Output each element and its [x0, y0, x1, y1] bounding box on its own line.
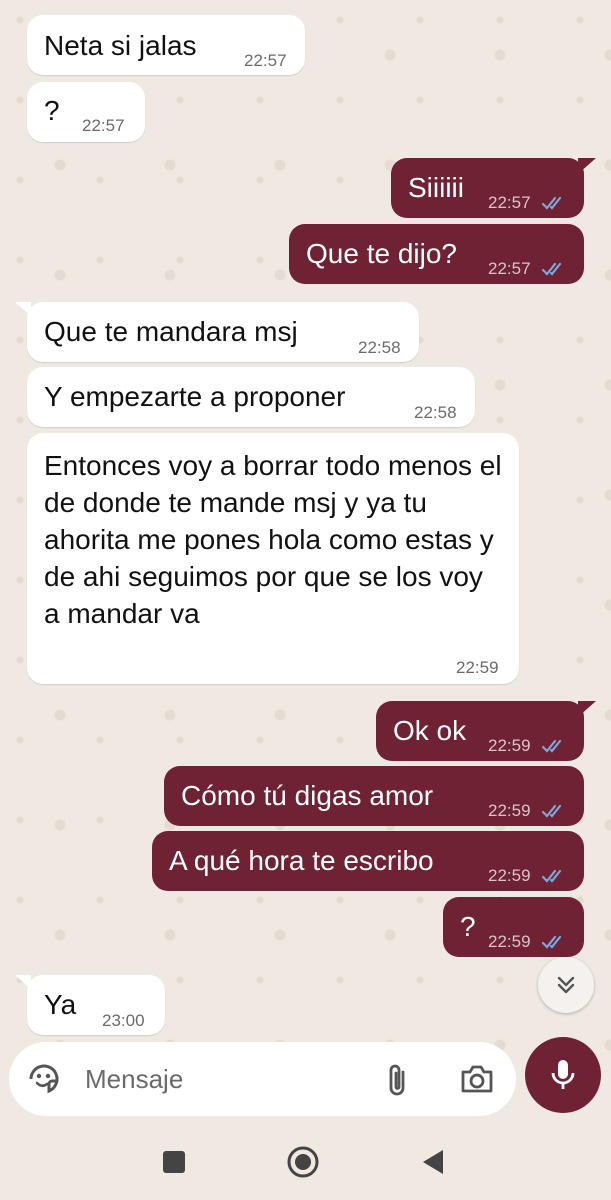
outgoing-message[interactable]: ? 22:59: [443, 897, 584, 957]
message-text: Ok ok: [393, 715, 467, 746]
message-text: Siiiiii: [408, 172, 464, 203]
outgoing-message[interactable]: Que te dijo? 22:57: [289, 224, 584, 284]
incoming-message[interactable]: Ya 23:00: [27, 975, 165, 1035]
circle-icon[interactable]: [286, 1145, 320, 1179]
incoming-message[interactable]: Y empezarte a proponer 22:58: [27, 367, 475, 427]
message-time: 22:57: [82, 116, 125, 135]
incoming-message[interactable]: ? 22:57: [27, 82, 145, 142]
square-icon[interactable]: [162, 1150, 186, 1174]
message-time: 22:58: [414, 403, 457, 422]
read-ticks-icon: [542, 739, 562, 753]
message-input[interactable]: Mensaje: [85, 1064, 183, 1095]
message-time: 22:57: [244, 51, 287, 70]
message-text: Que te mandara msj: [44, 316, 298, 347]
read-ticks-icon: [542, 196, 562, 210]
message-time: 22:58: [358, 338, 401, 357]
message-text: Y empezarte a proponer: [44, 381, 346, 412]
message-time: 22:59: [488, 866, 531, 885]
message-time: 22:57: [488, 259, 531, 278]
outgoing-message[interactable]: A qué hora te escribo 22:59: [152, 831, 584, 891]
outgoing-message[interactable]: Siiiiii 22:57: [391, 158, 584, 218]
voice-message-button[interactable]: [525, 1037, 601, 1113]
microphone-icon: [551, 1060, 575, 1089]
chat-background: Neta si jalas 22:57 ? 22:57 Siiiiii 22:5…: [0, 0, 611, 1120]
message-text: Entonces voy a borrar todo menos el de d…: [44, 450, 502, 629]
message-time: 23:00: [102, 1011, 145, 1030]
camera-icon[interactable]: [459, 1063, 495, 1095]
read-ticks-icon: [542, 804, 562, 818]
message-text: Ya: [44, 989, 77, 1020]
message-text: ?: [460, 911, 476, 942]
message-time: 22:59: [488, 801, 531, 820]
bubble-tail: [578, 701, 596, 717]
incoming-message[interactable]: Neta si jalas 22:57: [27, 15, 305, 75]
scroll-to-bottom-button[interactable]: [538, 957, 594, 1013]
message-composer[interactable]: Mensaje: [9, 1042, 516, 1116]
bubble-tail: [578, 158, 596, 174]
message-text: Neta si jalas: [44, 30, 197, 61]
message-text: Cómo tú digas amor: [181, 780, 434, 811]
incoming-message[interactable]: Que te mandara msj 22:58: [27, 302, 419, 362]
message-time: 22:59: [456, 658, 499, 677]
paperclip-icon[interactable]: [385, 1062, 411, 1098]
message-time: 22:57: [488, 193, 531, 212]
read-ticks-icon: [542, 869, 562, 883]
message-time: 22:59: [488, 736, 531, 755]
message-text: Que te dijo?: [306, 238, 457, 269]
incoming-message[interactable]: Entonces voy a borrar todo menos el de d…: [27, 433, 519, 684]
double-chevron-down-icon: [557, 976, 575, 994]
bubble-tail: [15, 975, 31, 989]
system-navigation-bar: [0, 1120, 611, 1200]
message-time: 22:59: [488, 932, 531, 951]
message-text: A qué hora te escribo: [169, 845, 434, 876]
bubble-tail: [15, 302, 31, 316]
outgoing-message[interactable]: Cómo tú digas amor 22:59: [164, 766, 584, 826]
triangle-back-icon[interactable]: [421, 1148, 445, 1176]
outgoing-message[interactable]: Ok ok 22:59: [376, 701, 584, 761]
message-text: ?: [44, 95, 60, 126]
sticker-icon[interactable]: [27, 1062, 61, 1096]
read-ticks-icon: [542, 935, 562, 949]
read-ticks-icon: [542, 262, 562, 276]
